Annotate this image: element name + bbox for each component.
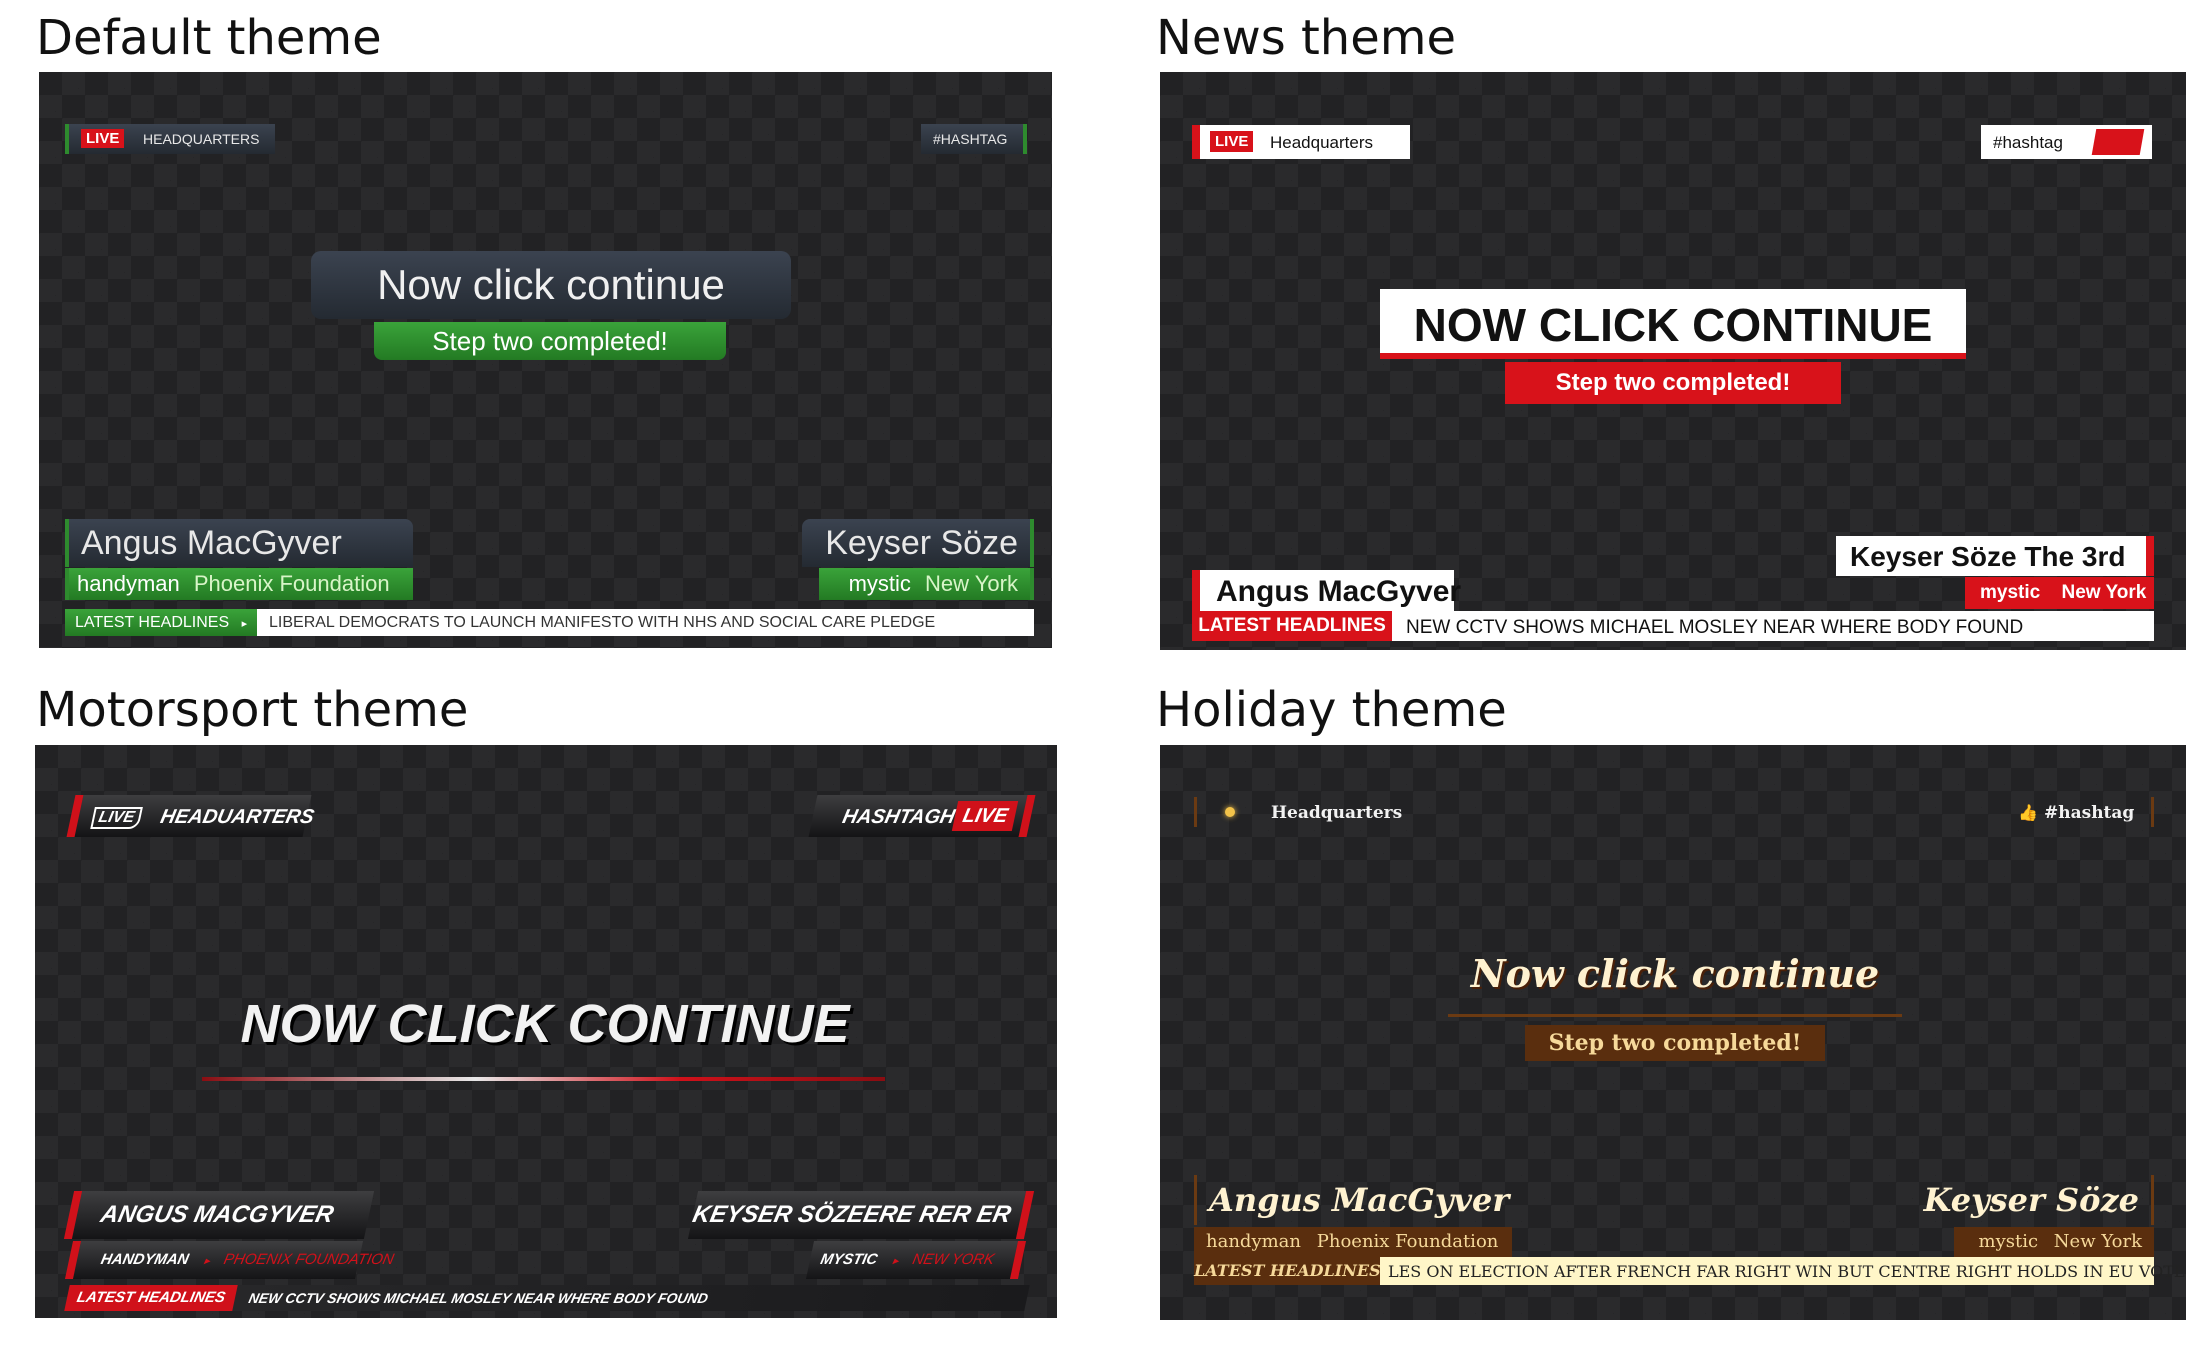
motor-headline: NOW CLICK CONTINUE <box>240 994 850 1054</box>
motor-ticker: LATEST HEADLINES NEW CCTV SHOWS MICHAEL … <box>64 1285 1030 1311</box>
motor-hashtag-tag: HASHTAGH LIVE <box>808 795 1036 837</box>
motor-headline-underline <box>202 1077 885 1081</box>
news-hashtag-tag: #hashtag <box>1981 125 2152 159</box>
motor-top-left-tag: LIVE HEADUARTERS <box>66 795 316 837</box>
default-right-caption: mystic New York <box>819 568 1034 600</box>
default-left-caption: handyman Phoenix Foundation <box>65 568 413 600</box>
holiday-left-name: Angus MacGyver <box>1194 1175 1524 1225</box>
left-role: handyman <box>1206 1231 1302 1252</box>
motor-right-caption: MYSTIC ▸ NEW YORK <box>805 1241 1027 1279</box>
left-org: Phoenix Foundation <box>193 571 390 596</box>
right-place: New York <box>2053 1231 2142 1252</box>
ticker-text: LES ON ELECTION AFTER FRENCH FAR RIGHT W… <box>1388 1262 2186 1281</box>
hashtag-label: #hashtag <box>1993 133 2063 152</box>
news-left-name: Angus MacGyver <box>1192 570 1461 612</box>
holiday-right-name: Keyser Söze <box>1894 1175 2154 1225</box>
holiday-subheadline: Step two completed! <box>1525 1025 1825 1061</box>
ticker-label: LATEST HEADLINES <box>64 1285 238 1311</box>
left-org: PHOENIX FOUNDATION <box>222 1251 396 1268</box>
right-place: NEW YORK <box>910 1251 996 1268</box>
location-label: Headquarters <box>1270 133 1374 152</box>
location-label: HEADUARTERS <box>158 806 317 828</box>
motorsport-theme-title: Motorsport theme <box>36 682 469 738</box>
default-headline: Now click continue <box>311 251 791 319</box>
news-theme-title: News theme <box>1156 10 1457 66</box>
right-role: MYSTIC <box>818 1251 880 1268</box>
ticker-text: NEW CCTV SHOWS MICHAEL MOSLEY NEAR WHERE… <box>247 1290 710 1306</box>
default-left-name: Angus MacGyver <box>65 519 413 567</box>
news-top-left-tag: LIVE Headquarters <box>1192 125 1410 159</box>
live-badge: LIVE <box>81 129 125 148</box>
location-label: Headquarters <box>1271 803 1403 823</box>
default-theme-preview: LIVE HEADQUARTERS #HASHTAG Now click con… <box>39 72 1052 648</box>
default-subheadline: Step two completed! <box>374 322 726 360</box>
arrow-icon: ▸ <box>891 1256 900 1267</box>
left-role: handyman <box>77 571 180 596</box>
live-dot-icon <box>1225 807 1235 817</box>
hashtag-label: #HASHTAG <box>933 131 1008 147</box>
news-headline: NOW CLICK CONTINUE <box>1380 289 1966 359</box>
right-role: mystic <box>1978 1231 2039 1252</box>
motor-left-caption: HANDYMAN ▸ PHOENIX FOUNDATION <box>64 1241 396 1279</box>
left-org: Phoenix Foundation <box>1316 1231 1499 1252</box>
live-logo-icon <box>2091 129 2145 155</box>
news-right-caption: mystic New York <box>1965 577 2154 609</box>
default-top-left-tag: LIVE HEADQUARTERS <box>65 124 275 154</box>
holiday-ticker: LATEST HEADLINES LES ON ELECTION AFTER F… <box>1194 1257 2186 1285</box>
location-label: HEADQUARTERS <box>143 131 260 147</box>
holiday-left-caption: handyman Phoenix Foundation <box>1194 1227 1512 1257</box>
ticker-label: LATEST HEADLINES <box>1194 1257 1381 1285</box>
news-ticker: LATEST HEADLINES NEW CCTV SHOWS MICHAEL … <box>1192 611 2154 641</box>
ticker-label-text: LATEST HEADLINES <box>75 614 230 631</box>
default-right-name: Keyser Söze <box>802 519 1034 567</box>
right-role: mystic <box>1980 582 2041 603</box>
holiday-headline: Now click continue <box>1470 951 1880 996</box>
holiday-headline-rule <box>1448 1014 1902 1017</box>
default-hashtag-tag: #HASHTAG <box>921 124 1027 154</box>
holiday-top-left-tag: Headquarters <box>1194 797 1404 827</box>
right-place: New York <box>925 571 1018 596</box>
holiday-theme-preview: Headquarters 👍 #hashtag Now click contin… <box>1160 745 2186 1320</box>
ticker-text: NEW CCTV SHOWS MICHAEL MOSLEY NEAR WHERE… <box>1406 617 2024 638</box>
left-role: HANDYMAN <box>99 1251 191 1268</box>
ticker-label: LATEST HEADLINES ▸ <box>65 609 257 636</box>
default-theme-title: Default theme <box>36 10 382 66</box>
default-ticker: LATEST HEADLINES ▸ LIBERAL DEMOCRATS TO … <box>65 609 1034 636</box>
right-place: New York <box>2061 582 2147 603</box>
hashtag-label: #hashtag <box>2044 803 2135 823</box>
holiday-theme-title: Holiday theme <box>1156 682 1507 738</box>
thumbs-up-icon: 👍 <box>2018 803 2038 822</box>
news-subheadline: Step two completed! <box>1505 362 1841 404</box>
ticker-arrow-icon: ▸ <box>241 618 248 630</box>
ticker-label: LATEST HEADLINES <box>1192 611 1392 641</box>
ticker-text: LIBERAL DEMOCRATS TO LAUNCH MANIFESTO WI… <box>269 614 936 631</box>
live-badge-right: LIVE <box>951 801 1019 831</box>
motorsport-theme-preview: LIVE HEADUARTERS HASHTAGH LIVE NOW CLICK… <box>35 745 1057 1318</box>
motor-left-name: ANGUS MACGYVER <box>63 1191 375 1239</box>
holiday-right-caption: mystic New York <box>1954 1227 2154 1257</box>
arrow-icon: ▸ <box>203 1256 211 1267</box>
live-badge: LIVE <box>90 807 143 829</box>
news-theme-preview: LIVE Headquarters #hashtag NOW CLICK CON… <box>1160 72 2186 650</box>
motor-right-name: KEYSER SÖZEERE RER ER <box>687 1191 1035 1239</box>
live-badge: LIVE <box>1210 131 1254 152</box>
holiday-hashtag-tag: 👍 #hashtag <box>2018 797 2154 827</box>
hashtag-label: HASHTAGH <box>840 806 957 828</box>
right-role: mystic <box>848 571 911 596</box>
news-right-name: Keyser Söze The 3rd <box>1836 536 2154 576</box>
